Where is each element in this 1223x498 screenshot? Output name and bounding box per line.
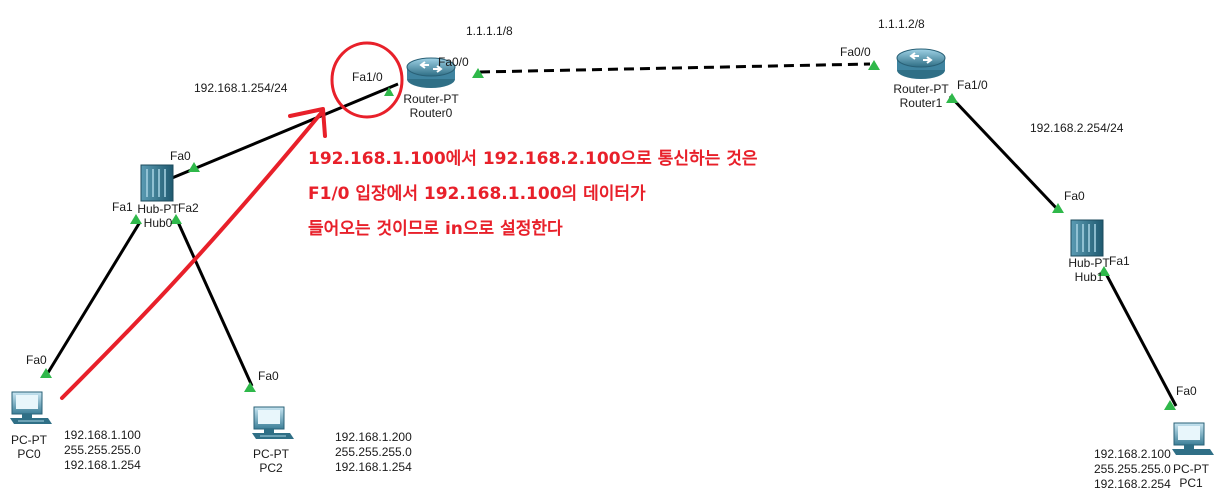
pc0-gateway: 192.168.1.254 [64,458,141,472]
network-label-lan1: 192.168.2.254/24 [1030,121,1124,135]
hub0-icon[interactable] [140,164,174,202]
pc2-name: PC2 [259,461,283,475]
port-label-r0-fa10: Fa1/0 [352,70,383,84]
pc1-ip: 192.168.2.100 [1094,447,1171,461]
annotation-line-1: 192.168.1.100에서 192.168.2.100으로 통신하는 것은 [308,149,758,169]
link-indicator-pc2-fa0 [244,382,256,392]
hub1-icon[interactable] [1070,219,1104,257]
pc2-label: PC-PT PC2 [246,447,296,475]
network-label-lan0: 192.168.1.254/24 [194,81,288,95]
port-label-hub1-fa0: Fa0 [1064,189,1085,203]
pc1-ip-config: 192.168.2.100 255.255.255.0 192.168.2.25… [1094,447,1171,492]
router0-label: Router-PT Router0 [400,92,462,120]
pc1-type: PC-PT [1173,462,1209,476]
port-label-pc2-fa0: Fa0 [258,369,279,383]
port-label-hub0-fa0: Fa0 [170,149,191,163]
hub0-label: Hub-PT Hub0 [130,202,186,230]
pc0-type: PC-PT [11,433,47,447]
cable-hub0-pc2[interactable] [176,221,254,387]
hub1-type: Hub-PT [1068,256,1110,270]
pc1-icon[interactable] [1172,422,1214,455]
port-label-r0-fa00: Fa0/0 [438,55,469,69]
hub1-name: Hub1 [1074,270,1104,284]
router1-type: Router-PT [893,82,949,96]
cable-hub0-pc0[interactable] [44,221,142,377]
network-topology-canvas [10,41,1214,455]
pc0-ip-config: 192.168.1.100 255.255.255.0 192.168.1.25… [64,428,141,473]
cable-router0-router1[interactable] [479,62,871,74]
pc0-ip: 192.168.1.100 [64,428,141,442]
port-label-pc0-fa0: Fa0 [26,353,47,367]
pc2-icon[interactable] [252,406,294,439]
pc1-gateway: 192.168.2.254 [1094,477,1171,491]
hub0-type: Hub-PT [137,202,179,216]
pc1-name: PC1 [1179,476,1203,490]
cable-router1-hub1[interactable] [948,94,1062,214]
router1-label: Router-PT Router1 [890,82,952,110]
pc2-ip-config: 192.168.1.200 255.255.255.0 192.168.1.25… [335,430,412,475]
port-label-r1-fa00: Fa0/0 [840,45,871,59]
annotation-line-3: 들어오는 것이므로 in으로 설정한다 [308,219,563,239]
port-label-r1-fa10: Fa1/0 [957,78,988,92]
port-label-pc1-fa0: Fa0 [1176,384,1197,398]
router0-name: Router0 [409,106,453,120]
cable-hub1-pc1[interactable] [1102,269,1178,407]
network-label-r0-link: 1.1.1.1/8 [466,24,513,38]
pc1-mask: 255.255.255.0 [1094,462,1171,476]
network-label-r1-link: 1.1.1.2/8 [878,17,925,31]
hub0-name: Hub0 [143,216,173,230]
router1-name: Router1 [899,96,943,110]
pc0-name: PC0 [17,447,41,461]
pc2-gateway: 192.168.1.254 [335,460,412,474]
pc0-mask: 255.255.255.0 [64,443,141,457]
pc2-mask: 255.255.255.0 [335,445,412,459]
hub1-label: Hub-PT Hub1 [1061,256,1117,284]
router0-type: Router-PT [403,92,459,106]
annotation-line-2: F1/0 입장에서 192.168.1.100의 데이터가 [308,184,646,204]
router1-icon[interactable] [896,48,946,79]
pc2-ip: 192.168.1.200 [335,430,412,444]
pc1-label: PC-PT PC1 [1166,462,1216,490]
link-status-indicators [40,60,1176,410]
pc0-label: PC-PT PC0 [4,433,54,461]
pc0-icon[interactable] [10,391,52,424]
pc2-type: PC-PT [253,447,289,461]
